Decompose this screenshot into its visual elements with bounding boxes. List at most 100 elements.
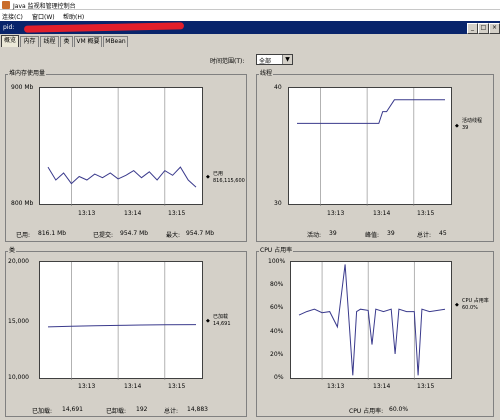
heap-memory-panel: 堆内存使用量 900 Mb 800 Mb ◆ 已用 816,115,600 13… [5, 68, 247, 242]
redaction-scribble [23, 22, 185, 33]
time-range-value: 全部 [259, 58, 272, 65]
heap-series-line [47, 166, 197, 188]
heap-stat-committed-label: 已提交: [93, 232, 114, 239]
threads-stat-live-value: 39 [329, 230, 337, 237]
tab-classes[interactable]: 类 [60, 36, 73, 47]
classes-x-tick: 13:13 [78, 383, 96, 390]
heap-y-top-label: 900 Mb [11, 84, 34, 91]
heap-legend-value: 816,115,600 [213, 178, 245, 184]
cpu-y-tick: 40% [270, 328, 284, 335]
classes-stat-loaded-value: 14,691 [62, 406, 83, 413]
cpu-legend-marker: ◆ [455, 302, 459, 308]
heap-stat-used-value: 816.1 Mb [38, 230, 67, 237]
cpu-chart-svg [298, 262, 446, 380]
threads-stat-peak-label: 峰值: [365, 232, 380, 239]
heap-y-bottom-label: 800 Mb [11, 200, 34, 207]
classes-stat-unloaded-value: 192 [136, 406, 148, 413]
threads-y-top-label: 40 [274, 84, 282, 91]
window-title: Java 监视和管理控制台 [13, 3, 76, 10]
cpu-x-tick: 13:13 [327, 383, 345, 390]
cpu-stat-usage-value: 60.0% [389, 406, 409, 413]
classes-chart [39, 261, 203, 380]
classes-x-tick: 13:14 [124, 383, 142, 390]
pid-label: pid: [3, 24, 15, 31]
cpu-panel-title: CPU 占用率 [259, 245, 294, 254]
close-button[interactable]: × [489, 23, 500, 34]
heap-stat-max-label: 最大: [166, 232, 181, 239]
tab-vm-summary[interactable]: VM 概要 [74, 36, 102, 47]
heap-x-tick: 13:15 [168, 210, 186, 217]
threads-x-tick: 13:13 [327, 210, 345, 217]
threads-legend-name: 活动线程 [462, 118, 483, 124]
classes-stat-total-value: 14,883 [187, 406, 208, 413]
threads-panel-title: 线程 [259, 68, 274, 77]
threads-x-tick: 13:14 [373, 210, 391, 217]
tab-overview[interactable]: 概览 [1, 35, 19, 47]
internal-frame-title-bar: pid: _ □ × [0, 21, 500, 34]
classes-y-bottom-label: 10,000 [8, 374, 29, 381]
heap-chart-svg [47, 88, 197, 206]
cpu-y-tick: 80% [270, 281, 284, 288]
heap-chart [39, 87, 203, 206]
minimize-button[interactable]: _ [467, 23, 478, 34]
classes-series-line [47, 324, 197, 328]
cpu-y-tick: 0% [274, 374, 284, 381]
classes-x-tick: 13:15 [168, 383, 186, 390]
threads-stat-live-label: 活动: [307, 232, 322, 239]
cpu-x-tick: 13:15 [417, 383, 435, 390]
time-range-select[interactable]: 全部 ▼ [256, 54, 293, 65]
tab-threads[interactable]: 线程 [40, 36, 59, 47]
classes-stat-unloaded-label: 已卸载: [106, 408, 127, 415]
heap-stat-committed-value: 954.7 Mb [120, 230, 149, 237]
threads-stat-total-label: 总计: [417, 232, 432, 239]
cpu-y-tick: 60% [270, 304, 284, 311]
threads-series-line [297, 99, 445, 124]
threads-chart-svg [297, 88, 445, 206]
cpu-stat-usage-label: CPU 占用率: [349, 408, 384, 415]
menu-bar: 连接(C) 窗口(W) 帮助(H) [0, 10, 500, 21]
chevron-down-icon[interactable]: ▼ [282, 55, 292, 64]
menu-connection[interactable]: 连接(C) [2, 12, 23, 21]
threads-stat-total-value: 45 [439, 230, 447, 237]
classes-panel-title: 类 [8, 245, 17, 254]
heap-panel-title: 堆内存使用量 [8, 68, 47, 77]
heap-x-tick: 13:14 [124, 210, 142, 217]
cpu-chart [290, 261, 452, 380]
threads-chart [288, 87, 452, 206]
time-range-label: 时间范围(T): [210, 58, 245, 65]
cpu-y-tick: 100% [268, 258, 286, 265]
classes-stat-loaded-label: 已加载: [32, 408, 53, 415]
heap-x-tick: 13:13 [78, 210, 96, 217]
heap-legend-name: 已用 [213, 171, 224, 177]
cpu-legend-name: CPU 占用率 [462, 298, 489, 304]
tab-bar: 概览 内存 线程 类 VM 概要 MBean [0, 35, 500, 47]
cpu-legend-value: 60.0% [462, 305, 478, 311]
menu-window[interactable]: 窗口(W) [32, 12, 55, 21]
menu-help[interactable]: 帮助(H) [63, 12, 84, 21]
classes-panel: 类 20,000 15,000 10,000 ◆ 已加载 14,691 13:1… [5, 245, 247, 417]
threads-legend-marker: ◆ [455, 123, 459, 129]
classes-legend-value: 14,691 [213, 321, 231, 327]
heap-stat-max-value: 954.7 Mb [186, 230, 215, 237]
tab-mbean[interactable]: MBean [103, 36, 128, 47]
java-app-icon [2, 1, 10, 9]
classes-chart-svg [47, 262, 197, 380]
maximize-button[interactable]: □ [478, 23, 489, 34]
heap-legend-marker: ◆ [206, 174, 210, 180]
cpu-series-line [298, 264, 446, 376]
threads-stat-peak-value: 39 [387, 230, 395, 237]
classes-y-top-label: 20,000 [8, 258, 29, 265]
tab-memory[interactable]: 内存 [20, 36, 39, 47]
cpu-x-tick: 13:14 [373, 383, 391, 390]
threads-y-bottom-label: 30 [274, 200, 282, 207]
cpu-panel: CPU 占用率 100% 80% 60% 40% 20% 0% ◆ CPU 占用… [256, 245, 494, 417]
title-bar: Java 监视和管理控制台 [0, 0, 500, 10]
cpu-y-tick: 20% [270, 351, 284, 358]
heap-stat-used-label: 已用: [16, 232, 31, 239]
classes-legend-name: 已加载 [213, 314, 229, 320]
threads-legend-value: 39 [462, 125, 469, 131]
classes-y-mid-label: 15,000 [8, 318, 29, 325]
classes-stat-total-label: 总计: [164, 408, 179, 415]
threads-panel: 线程 40 30 ◆ 活动线程 39 13:13 13:14 13:15 活动:… [256, 68, 494, 242]
classes-legend-marker: ◆ [206, 318, 210, 324]
